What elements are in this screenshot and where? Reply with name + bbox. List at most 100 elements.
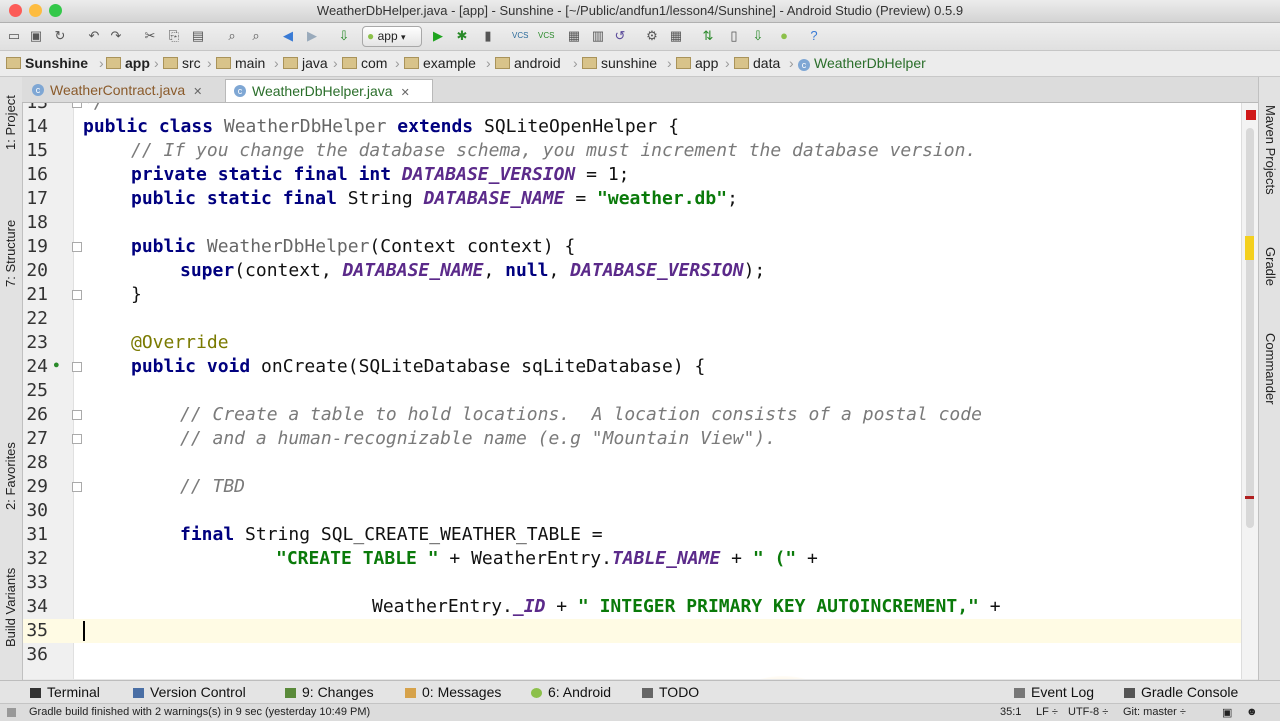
error-marker-icon[interactable] bbox=[1245, 496, 1254, 499]
chevron-right-icon: › bbox=[486, 55, 491, 71]
cut-icon[interactable]: ✂ bbox=[142, 28, 158, 44]
window-title: WeatherDbHelper.java - [app] - Sunshine … bbox=[316, 3, 964, 18]
debug-icon[interactable]: ✱ bbox=[454, 28, 470, 44]
run-configuration-select[interactable]: ● app ▾ bbox=[362, 26, 422, 47]
breadcrumb-item[interactable]: app bbox=[106, 55, 150, 72]
error-stripe[interactable] bbox=[1241, 103, 1259, 679]
tool-tab-structure[interactable]: 7: Structure bbox=[3, 220, 18, 287]
breadcrumb-item[interactable]: data bbox=[734, 55, 780, 72]
fold-marker-icon[interactable] bbox=[72, 410, 82, 420]
caret-position[interactable]: 35:1 bbox=[1000, 706, 1021, 718]
code-line: 27// and a human-recognizable name (e.g … bbox=[26, 428, 777, 449]
warning-marker-icon[interactable] bbox=[1245, 236, 1254, 260]
folder-icon bbox=[106, 57, 121, 69]
attach-icon[interactable]: ▮ bbox=[480, 28, 496, 44]
history-icon[interactable]: ▥ bbox=[590, 28, 606, 44]
fold-marker-icon[interactable] bbox=[72, 434, 82, 444]
code-line: 24 ● public void onCreate(SQLiteDatabase s… bbox=[26, 356, 706, 377]
tool-tab-project[interactable]: 1: Project bbox=[3, 95, 18, 150]
tool-button-messages[interactable]: 0: Messages bbox=[405, 684, 501, 700]
run-config-label: app bbox=[377, 29, 398, 43]
line-separator-select[interactable]: LF ÷ bbox=[1036, 706, 1058, 718]
monitor-icon[interactable]: ● bbox=[776, 28, 792, 44]
class-icon: c bbox=[798, 59, 810, 71]
breadcrumb-item[interactable]: src bbox=[163, 55, 201, 72]
breadcrumb-item[interactable]: Sunshine bbox=[6, 55, 88, 72]
tool-button-gradle-console[interactable]: Gradle Console bbox=[1124, 684, 1238, 700]
copy-icon[interactable]: ⎘ bbox=[166, 28, 182, 44]
tool-tab-maven-projects[interactable]: Maven Projects bbox=[1263, 105, 1278, 195]
code-line-current: 35 bbox=[23, 619, 1241, 643]
code-editor[interactable]: 13*/ 14public class WeatherDbHelper exte… bbox=[23, 103, 1241, 679]
replace-icon[interactable]: ⌕ bbox=[248, 28, 264, 44]
breadcrumb-item-current[interactable]: c WeatherDbHelper bbox=[798, 55, 926, 72]
chevron-right-icon: › bbox=[333, 55, 338, 71]
save-icon[interactable]: ▣ bbox=[28, 28, 44, 44]
tool-button-changes[interactable]: 9: Changes bbox=[285, 684, 374, 700]
code-line: 31 final String SQL_CREATE_WEATHER_TABLE … bbox=[26, 524, 603, 545]
error-marker-icon[interactable] bbox=[1246, 110, 1256, 120]
scroll-thumb[interactable] bbox=[1246, 128, 1254, 528]
sync-icon[interactable]: ↻ bbox=[52, 28, 68, 44]
code-line: 30 bbox=[26, 500, 48, 521]
close-icon[interactable]: ✕ bbox=[401, 87, 410, 99]
tab-weatherdbhelper[interactable]: c WeatherDbHelper.java ✕ bbox=[225, 79, 433, 102]
encoding-select[interactable]: UTF-8 ÷ bbox=[1068, 706, 1108, 718]
paste-icon[interactable]: ▤ bbox=[190, 28, 206, 44]
sync-gradle-icon[interactable]: ⇅ bbox=[700, 28, 716, 44]
help-icon[interactable]: ? bbox=[806, 28, 822, 44]
status-message[interactable]: Gradle build finished with 2 warnings(s)… bbox=[29, 706, 370, 718]
folder-icon bbox=[404, 57, 419, 69]
tool-tab-favorites[interactable]: 2: Favorites bbox=[3, 442, 18, 510]
lock-icon[interactable]: ▣ bbox=[1222, 706, 1232, 719]
main-toolbar: ▭ ▣ ↻ ↶ ↷ ✂ ⎘ ▤ ⌕ ⌕ ◀ ▶ ⇩ ● app ▾ ▶ ✱ ▮ … bbox=[0, 23, 1280, 51]
diff-icon[interactable]: ▦ bbox=[566, 28, 582, 44]
override-marker-icon[interactable]: ● bbox=[53, 359, 60, 371]
settings-icon[interactable]: ⚙ bbox=[644, 28, 660, 44]
redo-icon[interactable]: ↷ bbox=[108, 28, 124, 44]
vcs-commit-icon[interactable]: VCS bbox=[538, 28, 554, 44]
open-icon[interactable]: ▭ bbox=[6, 28, 22, 44]
revert-icon[interactable]: ↺ bbox=[612, 28, 628, 44]
fold-marker-icon[interactable] bbox=[72, 482, 82, 492]
tool-tab-build-variants[interactable]: Build Variants bbox=[3, 568, 18, 647]
chevron-right-icon: › bbox=[395, 55, 400, 71]
undo-icon[interactable]: ↶ bbox=[86, 28, 102, 44]
breadcrumb-item[interactable]: main bbox=[216, 55, 265, 72]
fold-marker-icon[interactable] bbox=[72, 103, 82, 108]
back-icon[interactable]: ◀ bbox=[280, 28, 296, 44]
breadcrumb-item[interactable]: android bbox=[495, 55, 561, 72]
make-icon[interactable]: ⇩ bbox=[336, 28, 352, 44]
fold-marker-icon[interactable] bbox=[72, 242, 82, 252]
fold-marker-icon[interactable] bbox=[72, 290, 82, 300]
breadcrumb-item[interactable]: app bbox=[676, 55, 718, 72]
fold-marker-icon[interactable] bbox=[72, 362, 82, 372]
vcs-branch-select[interactable]: Git: master ÷ bbox=[1123, 706, 1186, 718]
folder-icon bbox=[734, 57, 749, 69]
avd-icon[interactable]: ▯ bbox=[726, 28, 742, 44]
structure-icon[interactable]: ▦ bbox=[668, 28, 684, 44]
inspector-icon[interactable]: ☻ bbox=[1246, 706, 1258, 718]
tool-button-todo[interactable]: TODO bbox=[642, 684, 699, 700]
tool-button-terminal[interactable]: Terminal bbox=[30, 684, 100, 700]
forward-icon[interactable]: ▶ bbox=[304, 28, 320, 44]
tool-tab-commander[interactable]: Commander bbox=[1263, 333, 1278, 405]
breadcrumb-item[interactable]: sunshine bbox=[582, 55, 657, 72]
code-line: 26// Create a table to hold locations. A… bbox=[26, 404, 982, 425]
run-icon[interactable]: ▶ bbox=[430, 28, 446, 44]
sdk-icon[interactable]: ⇩ bbox=[750, 28, 766, 44]
code-line: 14 public class WeatherDbHelper extends S… bbox=[26, 116, 680, 137]
code-line: 20 super(context, DATABASE_NAME, null, DA… bbox=[26, 260, 766, 281]
tool-button-android[interactable]: 6: Android bbox=[531, 684, 611, 700]
tool-button-event-log[interactable]: Event Log bbox=[1014, 684, 1094, 700]
breadcrumb-item[interactable]: example bbox=[404, 55, 476, 72]
find-icon[interactable]: ⌕ bbox=[224, 28, 240, 44]
breadcrumb-item[interactable]: java bbox=[283, 55, 328, 72]
vcs-update-icon[interactable]: VCS bbox=[512, 28, 528, 44]
code-line: 34 WeatherEntry._ID + " INTEGER PRIMARY K… bbox=[26, 596, 1001, 617]
close-icon[interactable]: ✕ bbox=[193, 86, 202, 98]
tool-button-version-control[interactable]: Version Control bbox=[133, 684, 246, 700]
breadcrumb-item[interactable]: com bbox=[342, 55, 387, 72]
tab-weathercontract[interactable]: c WeatherContract.java ✕ bbox=[24, 79, 228, 101]
tool-tab-gradle[interactable]: Gradle bbox=[1263, 247, 1278, 286]
